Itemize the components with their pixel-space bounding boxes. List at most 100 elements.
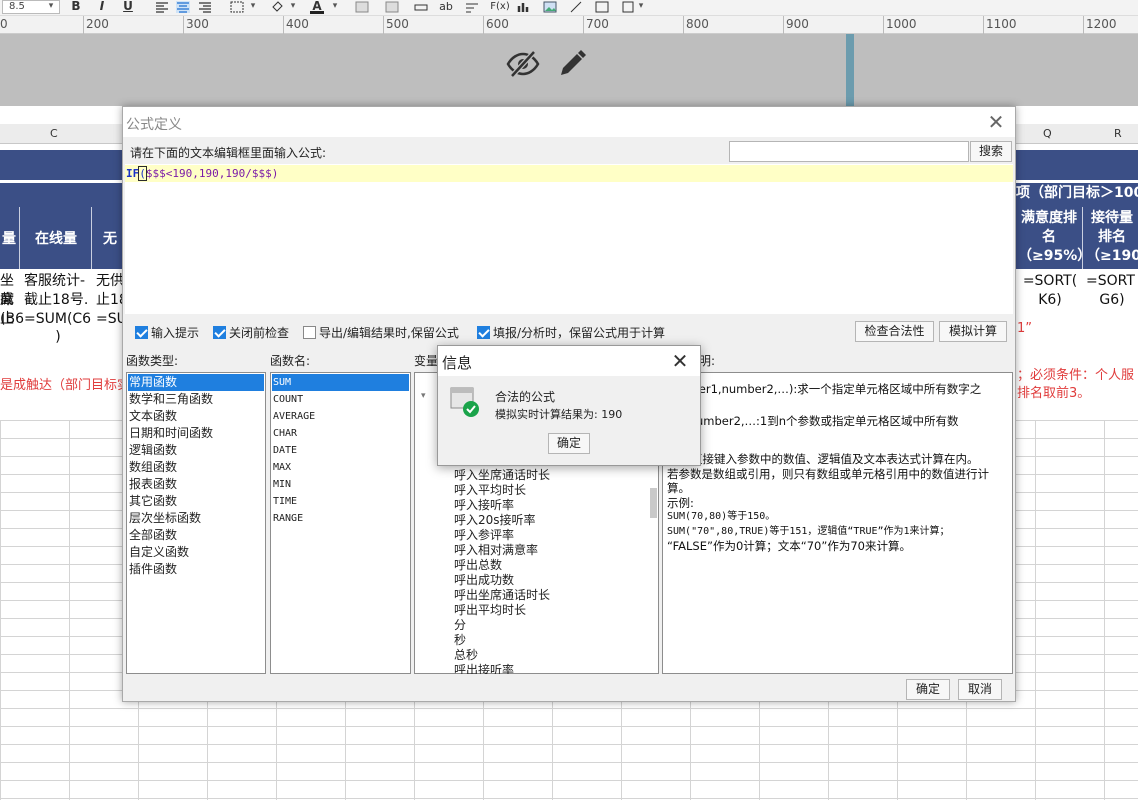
frame-icon[interactable] xyxy=(622,1,636,13)
cancel-button[interactable]: 取消 xyxy=(958,679,1002,700)
sheet-cell[interactable]: 客服统计- xyxy=(24,272,92,291)
func-type-list[interactable]: 常用函数 数学和三角函数 文本函数 日期和时间函数 逻辑函数 数组函数 报表函数… xyxy=(126,372,266,674)
image-icon[interactable] xyxy=(543,1,557,13)
sheet-cell[interactable]: 无供 xyxy=(96,272,122,291)
align-right-icon[interactable] xyxy=(198,1,212,13)
eye-off-icon[interactable] xyxy=(505,48,541,80)
list-item[interactable]: SUM xyxy=(272,374,409,391)
list-item[interactable]: CHAR xyxy=(272,425,297,442)
text-box-icon[interactable] xyxy=(414,1,428,13)
bold-button[interactable]: B xyxy=(70,0,82,14)
font-size-value: 8.5 xyxy=(9,1,25,12)
align-left-icon[interactable] xyxy=(155,1,169,13)
sheet-cell[interactable]: (B6 xyxy=(0,310,24,329)
list-item[interactable]: 文本函数 xyxy=(128,408,177,425)
list-item[interactable]: 报表函数 xyxy=(128,476,177,493)
func-name-list[interactable]: SUM COUNT AVERAGE CHAR DATE MAX MIN TIME… xyxy=(270,372,411,674)
font-color-dropdown-icon[interactable]: ▾ xyxy=(330,0,340,14)
sheet-cell[interactable]: =SORT( xyxy=(1018,272,1082,291)
list-item[interactable]: RANGE xyxy=(272,510,303,527)
col-header-r[interactable]: R xyxy=(1114,127,1122,140)
chart-icon[interactable] xyxy=(517,1,531,13)
font-size-dropdown-icon[interactable]: ▾ xyxy=(44,0,58,14)
list-item[interactable]: MIN xyxy=(272,476,291,493)
sheet-cell[interactable]: ) xyxy=(24,328,92,347)
font-color-icon[interactable]: A xyxy=(310,0,324,14)
checkbox-label: 填报/分析时，保留公式用于计算 xyxy=(493,326,666,340)
keep-formula-export-checkbox[interactable]: 导出/编辑结果时,保留公式 xyxy=(303,325,459,341)
list-item[interactable]: 全部函数 xyxy=(128,527,177,544)
list-item[interactable]: COUNT xyxy=(272,391,303,408)
list-item[interactable]: DATE xyxy=(272,442,297,459)
sheet-cell[interactable]: =SU xyxy=(96,310,122,329)
align-center-icon[interactable] xyxy=(176,1,190,13)
sheet-cell[interactable]: G6) xyxy=(1086,291,1138,310)
text-wrap-icon[interactable] xyxy=(465,1,479,13)
red-note-quote: 1” xyxy=(1017,321,1033,336)
description-line: 若参数是数组或引用，则只有数组或单元格引用中的数值进行计 xyxy=(667,466,989,481)
list-item[interactable]: 自定义函数 xyxy=(128,544,189,561)
close-icon[interactable]: ✕ xyxy=(985,111,1007,133)
header-cell: 无 xyxy=(103,231,117,247)
italic-button[interactable]: I xyxy=(96,0,108,14)
close-icon[interactable]: ✕ xyxy=(669,350,691,372)
search-button[interactable]: 搜索 xyxy=(970,141,1012,162)
ok-button[interactable]: 确定 xyxy=(906,679,950,700)
info-message: 合法的公式 xyxy=(495,390,556,404)
sheet-cell[interactable]: K6) xyxy=(1018,291,1082,310)
formula-button[interactable]: F(x) xyxy=(489,0,511,14)
ruler-label: 0 xyxy=(0,17,8,31)
checkbox-checked-icon xyxy=(477,326,490,339)
col-header-c[interactable]: C xyxy=(50,127,58,140)
formula-text[interactable]: IF($$$<190,190,190/$$$) xyxy=(125,165,1013,182)
list-item[interactable]: 数学和三角函数 xyxy=(128,391,213,408)
list-item[interactable]: 层次坐标函数 xyxy=(128,510,201,527)
list-item[interactable]: TIME xyxy=(272,493,297,510)
list-item[interactable]: 逻辑函数 xyxy=(128,442,177,459)
tree-expand-icon[interactable]: ▾ xyxy=(421,391,426,401)
check-on-close-checkbox[interactable]: 关闭前检查 xyxy=(213,325,289,341)
border-dropdown-icon[interactable]: ▾ xyxy=(248,0,258,14)
split-cells-icon[interactable] xyxy=(385,1,399,13)
col-header-q[interactable]: Q xyxy=(1043,127,1052,140)
list-item[interactable]: 日期和时间函数 xyxy=(128,425,213,442)
simulate-button[interactable]: 模拟计算 xyxy=(939,321,1007,342)
formula-editor[interactable]: IF($$$<190,190,190/$$$) xyxy=(125,164,1013,314)
list-item[interactable]: 常用函数 xyxy=(128,374,264,391)
merge-cells-icon[interactable] xyxy=(355,1,369,13)
sheet-cell[interactable]: 截止18号. xyxy=(24,291,92,310)
slash-icon[interactable] xyxy=(569,1,583,13)
fill-color-icon[interactable] xyxy=(270,1,284,13)
list-item[interactable]: 插件函数 xyxy=(128,561,177,578)
input-hint-checkbox[interactable]: 输入提示 xyxy=(135,325,199,341)
success-check-icon xyxy=(450,387,479,417)
underline-button[interactable]: U xyxy=(122,0,134,14)
list-item[interactable]: 其它函数 xyxy=(128,493,177,510)
header-cell: 在线量 xyxy=(35,231,77,247)
search-input[interactable] xyxy=(729,141,969,162)
tree-item[interactable]: 呼出接听率 xyxy=(453,662,514,674)
widget-icon[interactable] xyxy=(595,1,609,13)
strikethrough-button[interactable]: ab xyxy=(437,0,455,14)
border-icon[interactable] xyxy=(230,1,244,13)
frame-dropdown-icon[interactable]: ▾ xyxy=(636,0,646,14)
pencil-icon[interactable] xyxy=(556,48,588,80)
dialog-title: 公式定义 xyxy=(126,117,182,133)
check-validity-button[interactable]: 检查合法性 xyxy=(855,321,934,342)
fill-color-dropdown-icon[interactable]: ▾ xyxy=(288,0,298,14)
list-item[interactable]: AVERAGE xyxy=(272,408,315,425)
scrollbar-thumb[interactable] xyxy=(650,488,657,518)
list-item[interactable]: MAX xyxy=(272,459,291,476)
description-line: SUM("70",80,TRUE)等于151，逻辑值“TRUE”作为1来计算； xyxy=(667,525,950,537)
red-note-left: 是成触达（部门目标实 xyxy=(0,378,122,393)
info-ok-button[interactable]: 确定 xyxy=(548,433,590,454)
list-item[interactable]: 数组函数 xyxy=(128,459,177,476)
info-result: 模拟实时计算结果为: 190 xyxy=(495,408,623,421)
ruler-label: 1100 xyxy=(986,17,1017,31)
sheet-cell[interactable]: =SORT xyxy=(1086,272,1138,291)
sheet-cell[interactable]: =SUM(C6 xyxy=(24,310,92,329)
sheet-cell[interactable]: 止18 xyxy=(96,291,122,310)
keep-formula-fill-checkbox[interactable]: 填报/分析时，保留公式用于计算 xyxy=(477,325,665,341)
formula-args: $$$<190,190,190/$$$) xyxy=(145,167,279,180)
dialog-titlebar: 公式定义 ✕ xyxy=(123,107,1015,137)
